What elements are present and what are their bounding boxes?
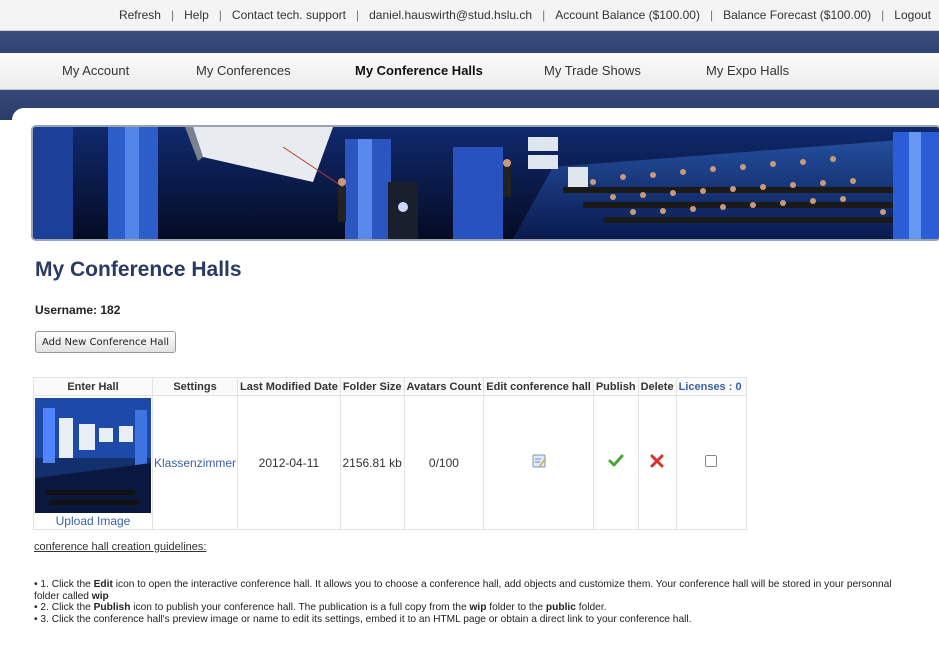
- column-header-settings: Settings: [151, 377, 239, 396]
- conference-halls-table: Enter Hall Settings Last Modified Date F…: [33, 377, 747, 530]
- guidelines-link[interactable]: conference hall creation guidelines:: [34, 541, 206, 553]
- help-link[interactable]: Help: [184, 8, 209, 22]
- nav-my-account[interactable]: My Account: [62, 53, 129, 89]
- column-header-licenses[interactable]: Licenses : 0: [675, 377, 747, 396]
- delete-x-icon[interactable]: [650, 454, 664, 468]
- publish-cell: [592, 395, 639, 530]
- page-title: My Conference Halls: [35, 258, 242, 281]
- delete-cell: [637, 395, 677, 530]
- header-band: [0, 31, 939, 53]
- account-balance-link[interactable]: Account Balance ($100.00): [555, 8, 700, 22]
- nav-my-expo-halls[interactable]: My Expo Halls: [706, 53, 789, 89]
- enter-hall-cell: Upload Image: [33, 395, 153, 530]
- column-header-last-modified: Last Modified Date: [237, 377, 341, 396]
- upload-image-link[interactable]: Upload Image: [34, 514, 152, 528]
- main-nav: My Account My Conferences My Conference …: [0, 53, 939, 90]
- username-label: Username: 182: [35, 303, 121, 317]
- separator: |: [881, 8, 885, 22]
- folder-size-cell: 2156.81 kb: [339, 395, 405, 530]
- column-header-publish: Publish: [592, 377, 639, 396]
- avatars-count-cell: 0/100: [403, 395, 485, 530]
- nav-my-conferences[interactable]: My Conferences: [196, 53, 291, 89]
- separator: |: [218, 8, 222, 22]
- separator: |: [709, 8, 714, 22]
- refresh-link[interactable]: Refresh: [119, 8, 161, 22]
- edit-cell: [483, 395, 594, 530]
- guideline-item-3: • 3. Click the conference hall's preview…: [34, 613, 692, 625]
- edit-icon[interactable]: [531, 453, 547, 469]
- column-header-delete: Delete: [637, 377, 677, 396]
- column-header-enter-hall: Enter Hall: [33, 377, 153, 396]
- column-header-avatars-count: Avatars Count: [403, 377, 485, 396]
- nav-my-conference-halls[interactable]: My Conference Halls: [355, 53, 483, 89]
- column-header-folder-size: Folder Size: [339, 377, 405, 396]
- separator: |: [356, 8, 360, 22]
- top-utility-bar: Refresh | Help | Contact tech. support |…: [0, 0, 939, 31]
- balance-forecast-link[interactable]: Balance Forecast ($100.00): [723, 8, 871, 22]
- nav-my-trade-shows[interactable]: My Trade Shows: [544, 53, 641, 89]
- banner-illustration: [33, 127, 939, 239]
- guideline-item-2: • 2. Click the Publish icon to publish y…: [34, 602, 607, 613]
- contact-support-link[interactable]: Contact tech. support: [232, 8, 346, 22]
- conference-hall-banner: [31, 125, 939, 241]
- user-email-link[interactable]: daniel.hauswirth@stud.hslu.ch: [369, 8, 532, 22]
- logout-link[interactable]: Logout: [894, 8, 931, 22]
- table-row: Upload Image Klassenzimmer 2012-04-11 21…: [33, 395, 747, 530]
- hall-settings-link[interactable]: Klassenzimmer: [154, 456, 236, 470]
- column-header-edit: Edit conference hall: [483, 377, 594, 396]
- table-header-row: Enter Hall Settings Last Modified Date F…: [33, 377, 747, 396]
- guideline-item-1: • 1. Click the Edit icon to open the int…: [34, 579, 892, 602]
- publish-checkmark-icon[interactable]: [608, 454, 624, 468]
- separator: |: [542, 8, 546, 22]
- settings-cell: Klassenzimmer: [151, 395, 239, 530]
- separator: |: [170, 8, 175, 22]
- conference-hall-thumbnail[interactable]: [35, 398, 151, 513]
- last-modified-cell: 2012-04-11: [237, 395, 341, 530]
- guidelines-list: • 1. Click the Edit icon to open the int…: [34, 579, 914, 625]
- license-cell: [675, 395, 747, 530]
- top-links: Refresh | Help | Contact tech. support |…: [119, 0, 931, 30]
- add-new-conference-hall-button[interactable]: Add New Conference Hall: [35, 331, 177, 353]
- license-checkbox[interactable]: [705, 455, 718, 467]
